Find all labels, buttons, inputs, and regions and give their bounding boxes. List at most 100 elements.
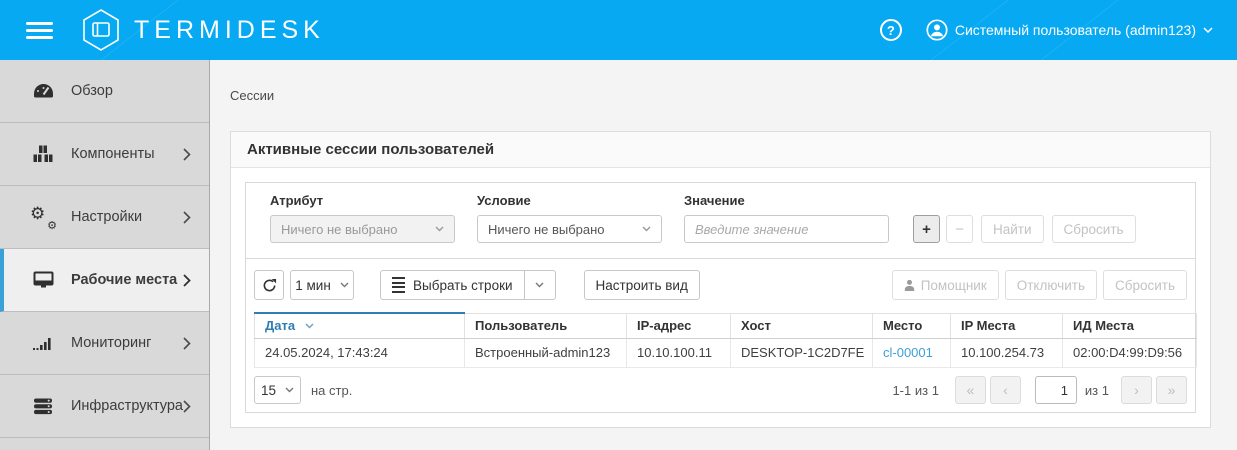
- pagination: « ‹ из 1 › »: [954, 376, 1187, 404]
- add-filter-button[interactable]: +: [913, 215, 940, 243]
- page-of-label: из 1: [1084, 382, 1109, 398]
- chevron-down-icon: [340, 282, 349, 288]
- refresh-interval-value: 1 мин: [295, 277, 331, 293]
- server-icon: [30, 398, 56, 415]
- sessions-table: Дата Пользователь IP-адрес Хост Место IP…: [254, 312, 1197, 368]
- chevron-right-icon: [183, 147, 191, 161]
- cell-ip: 10.10.100.11: [626, 338, 731, 368]
- user-avatar-icon: [926, 19, 948, 41]
- assistant-label: Помощник: [920, 277, 987, 293]
- top-bar: TERMIDESK ? Системный пользователь (admi…: [0, 0, 1237, 60]
- sidebar-item-label: Обзор: [71, 83, 113, 99]
- sidebar-item-label: Рабочие места: [71, 272, 178, 288]
- sidebar-item-overview[interactable]: Обзор: [0, 60, 209, 123]
- first-page-button[interactable]: «: [954, 376, 986, 404]
- next-page-button[interactable]: ›: [1121, 376, 1152, 404]
- gauge-icon: [30, 83, 56, 99]
- page-size-select[interactable]: 15: [254, 376, 301, 404]
- prev-page-button[interactable]: ‹: [989, 376, 1021, 404]
- sidebar-item-label: Инфраструктура: [70, 398, 183, 414]
- main-content: Сессии Активные сессии пользователей Атр…: [210, 60, 1237, 450]
- attribute-select[interactable]: Ничего не выбрано: [270, 215, 455, 243]
- breadcrumb: Сессии: [230, 88, 275, 103]
- configure-view-button[interactable]: Настроить вид: [583, 270, 700, 300]
- chevron-right-icon: [183, 399, 191, 413]
- condition-select-value: Ничего не выбрано: [488, 221, 605, 237]
- column-header-user[interactable]: Пользователь: [464, 312, 627, 339]
- table-panel: 1 мин Выбрать строки Настроить вид Помощ…: [245, 258, 1197, 413]
- sidebar-item-label: Мониторинг: [71, 335, 152, 351]
- refresh-icon: [263, 278, 276, 291]
- monitor-icon: [30, 271, 56, 289]
- sidebar-item-monitoring[interactable]: Мониторинг: [0, 312, 209, 375]
- column-label: Дата: [265, 318, 296, 333]
- column-header-date[interactable]: Дата: [254, 312, 465, 339]
- termidesk-logo-icon: [81, 8, 121, 52]
- sort-desc-icon: [305, 323, 314, 329]
- cell-host: DESKTOP-1C2D7FE: [730, 338, 873, 368]
- table-row[interactable]: 24.05.2024, 17:43:24 Встроенный-admin123…: [254, 338, 1197, 368]
- select-rows-button[interactable]: Выбрать строки: [380, 270, 525, 300]
- per-page-label: на стр.: [311, 382, 353, 398]
- range-label: 1-1 из 1: [892, 382, 939, 398]
- sidebar-item-label: Настройки: [71, 209, 143, 225]
- cell-place-ip: 10.100.254.73: [950, 338, 1063, 368]
- gears-icon: ⚙ ⚙: [30, 204, 57, 232]
- table-header-row: Дата Пользователь IP-адрес Хост Место IP…: [254, 312, 1197, 339]
- card-title: Активные сессии пользователей: [231, 132, 1210, 168]
- reset-sessions-button[interactable]: Сбросить: [1102, 270, 1187, 300]
- help-icon[interactable]: ?: [879, 19, 902, 41]
- chevron-down-icon: [435, 226, 444, 232]
- attribute-select-value: Ничего не выбрано: [281, 221, 398, 237]
- remove-filter-button[interactable]: −: [946, 215, 973, 243]
- value-input[interactable]: [684, 215, 889, 243]
- column-header-place[interactable]: Место: [872, 312, 951, 339]
- column-header-place-id[interactable]: ИД Места: [1062, 312, 1197, 339]
- attribute-label: Атрибут: [270, 193, 324, 208]
- termidesk-app: TERMIDESK ? Системный пользователь (admi…: [0, 0, 1237, 450]
- column-header-place-ip[interactable]: IP Места: [950, 312, 1063, 339]
- reset-filter-button[interactable]: Сбросить: [1051, 215, 1136, 243]
- cell-date: 24.05.2024, 17:43:24: [254, 338, 465, 368]
- chevron-down-icon: [285, 387, 294, 393]
- column-header-ip[interactable]: IP-адрес: [626, 312, 731, 339]
- cubes-icon: [30, 145, 56, 163]
- filter-panel: Атрибут Ничего не выбрано Условие Ничего…: [245, 182, 1196, 259]
- select-rows-dropdown-button[interactable]: [523, 270, 556, 300]
- table-toolbar: 1 мин Выбрать строки Настроить вид Помощ…: [254, 270, 1187, 300]
- value-label: Значение: [684, 193, 745, 208]
- page-number-input[interactable]: [1034, 376, 1077, 404]
- sidebar-item-components[interactable]: Компоненты: [0, 123, 209, 186]
- page-size-value: 15: [260, 382, 277, 398]
- search-button[interactable]: Найти: [981, 215, 1044, 243]
- chevron-right-icon: [183, 210, 191, 224]
- active-sessions-card: Активные сессии пользователей Атрибут Ни…: [230, 131, 1211, 428]
- refresh-interval-select[interactable]: 1 мин: [290, 270, 354, 300]
- sidebar-item-label: Компоненты: [71, 146, 155, 162]
- chevron-right-icon: [183, 273, 191, 287]
- assistant-button[interactable]: Помощник: [891, 270, 999, 300]
- person-icon: [904, 279, 915, 292]
- column-header-host[interactable]: Хост: [730, 312, 873, 339]
- chevron-down-icon: [642, 226, 651, 232]
- sidebar-item-settings[interactable]: ⚙ ⚙ Настройки: [0, 186, 209, 249]
- place-link[interactable]: cl-00001: [883, 345, 933, 360]
- cell-place-id: 02:00:D4:99:D9:56: [1062, 338, 1197, 368]
- sidebar-item-infrastructure[interactable]: Инфраструктура: [0, 375, 209, 438]
- select-rows-label: Выбрать строки: [413, 277, 513, 293]
- disconnect-button[interactable]: Отключить: [1004, 270, 1097, 300]
- condition-label: Условие: [477, 193, 531, 208]
- list-icon: [392, 277, 405, 293]
- sidebar-item-workplaces[interactable]: Рабочие места: [0, 249, 209, 312]
- brand-name: TERMIDESK: [134, 15, 325, 44]
- hamburger-menu-icon[interactable]: [26, 21, 53, 39]
- condition-select[interactable]: Ничего не выбрано: [477, 215, 662, 243]
- chevron-down-icon: [535, 282, 544, 288]
- sidebar-nav: Обзор Компоненты ⚙ ⚙ Настройки Рабочие м…: [0, 60, 210, 450]
- cell-user: Встроенный-admin123: [464, 338, 627, 368]
- user-name-label: Системный пользователь (admin123): [954, 22, 1196, 38]
- chevron-right-icon: [183, 336, 191, 350]
- refresh-button[interactable]: [254, 270, 284, 300]
- last-page-button[interactable]: »: [1156, 376, 1187, 404]
- table-footer: 15 на стр. 1-1 из 1 « ‹ из 1 ›: [254, 376, 1187, 404]
